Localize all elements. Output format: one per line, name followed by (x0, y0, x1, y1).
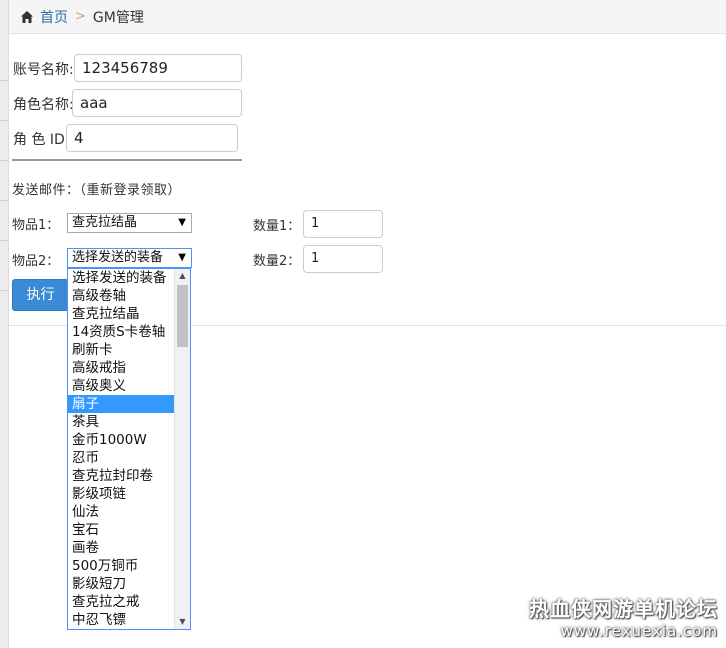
dropdown-option[interactable]: 高级卷轴 (68, 287, 175, 305)
dropdown-option[interactable]: 查克拉结晶 (68, 305, 175, 323)
account-name-label: 账号名称: (13, 62, 74, 78)
item2-dropdown-list[interactable]: 选择发送的装备 高级卷轴 查克拉结晶 14资质S卡卷轴 刷新卡 高级戒指 高级奥… (67, 268, 191, 630)
breadcrumb: 首页 > GM管理 (9, 0, 726, 34)
chevron-down-icon: ▼ (178, 217, 186, 228)
dropdown-option[interactable]: 宝石 (68, 521, 175, 539)
quantity1-input[interactable]: 1 (303, 210, 383, 238)
sidebar-divider (0, 160, 8, 161)
chevron-down-icon: ▼ (178, 252, 186, 263)
breadcrumb-separator: > (75, 9, 86, 24)
item1-selected-value: 查克拉结晶 (72, 215, 138, 230)
role-id-input[interactable]: 4 (66, 124, 238, 152)
item2-selected-value: 选择发送的装备 (72, 250, 164, 265)
sidebar-divider (0, 240, 8, 241)
watermark-url: www.rexuexia.com (560, 622, 718, 640)
home-icon[interactable] (20, 10, 34, 24)
breadcrumb-current-page: GM管理 (92, 9, 144, 26)
scrollbar-thumb[interactable] (177, 285, 188, 347)
dropdown-option[interactable]: 金币1000W (68, 431, 175, 449)
dropdown-option-highlighted[interactable]: 扇子 (68, 395, 175, 413)
watermark-title: 热血侠网游单机论坛 (529, 597, 718, 621)
role-id-label: 角 色 ID: (13, 132, 70, 148)
account-name-input[interactable]: 123456789 (74, 54, 242, 82)
dropdown-scrollbar[interactable]: ▲ ▼ (174, 269, 190, 629)
dropdown-option[interactable]: 500万铜币 (68, 557, 175, 575)
quantity1-label: 数量1： (253, 219, 301, 234)
item1-label: 物品1： (12, 218, 60, 233)
dropdown-option[interactable]: 忍币 (68, 449, 175, 467)
breadcrumb-home-link[interactable]: 首页 (40, 7, 68, 27)
item1-select[interactable]: 查克拉结晶 ▼ (67, 213, 192, 233)
scroll-down-arrow-icon[interactable]: ▼ (175, 615, 190, 629)
dropdown-option[interactable]: 刷新卡 (68, 341, 175, 359)
dropdown-option[interactable]: 中忍飞镖 (68, 611, 175, 629)
dropdown-option[interactable]: 选择发送的装备 (68, 269, 175, 287)
site-watermark: 热血侠网游单机论坛 www.rexuexia.com (529, 593, 718, 640)
dropdown-option[interactable]: 影级项链 (68, 485, 175, 503)
dropdown-option[interactable]: 查克拉之戒 (68, 593, 175, 611)
item2-select[interactable]: 选择发送的装备 ▼ (67, 248, 192, 268)
quantity2-input[interactable]: 1 (303, 245, 383, 273)
left-sidebar-edge (0, 0, 9, 648)
role-name-label: 角色名称: (13, 97, 74, 113)
dropdown-option[interactable]: 茶具 (68, 413, 175, 431)
sidebar-divider (0, 200, 8, 201)
dropdown-option[interactable]: 仙法 (68, 503, 175, 521)
dropdown-option[interactable]: 高级戒指 (68, 359, 175, 377)
execute-button[interactable]: 执行 (12, 279, 69, 311)
dropdown-option[interactable]: 查克拉封印卷 (68, 467, 175, 485)
dropdown-option[interactable]: 画卷 (68, 539, 175, 557)
dropdown-option[interactable]: 高级奥义 (68, 377, 175, 395)
item2-label: 物品2： (12, 254, 60, 269)
role-name-input[interactable]: aaa (72, 89, 242, 117)
dropdown-option[interactable]: 影级短刀 (68, 575, 175, 593)
send-mail-section-title: 发送邮件：（重新登录领取） (12, 183, 182, 198)
scroll-up-arrow-icon[interactable]: ▲ (175, 269, 190, 283)
dropdown-option[interactable]: 14资质S卡卷轴 (68, 323, 175, 341)
form-divider (12, 159, 242, 161)
sidebar-divider (0, 120, 8, 121)
sidebar-divider (0, 290, 8, 291)
sidebar-divider (0, 80, 8, 81)
quantity2-label: 数量2： (253, 254, 301, 269)
